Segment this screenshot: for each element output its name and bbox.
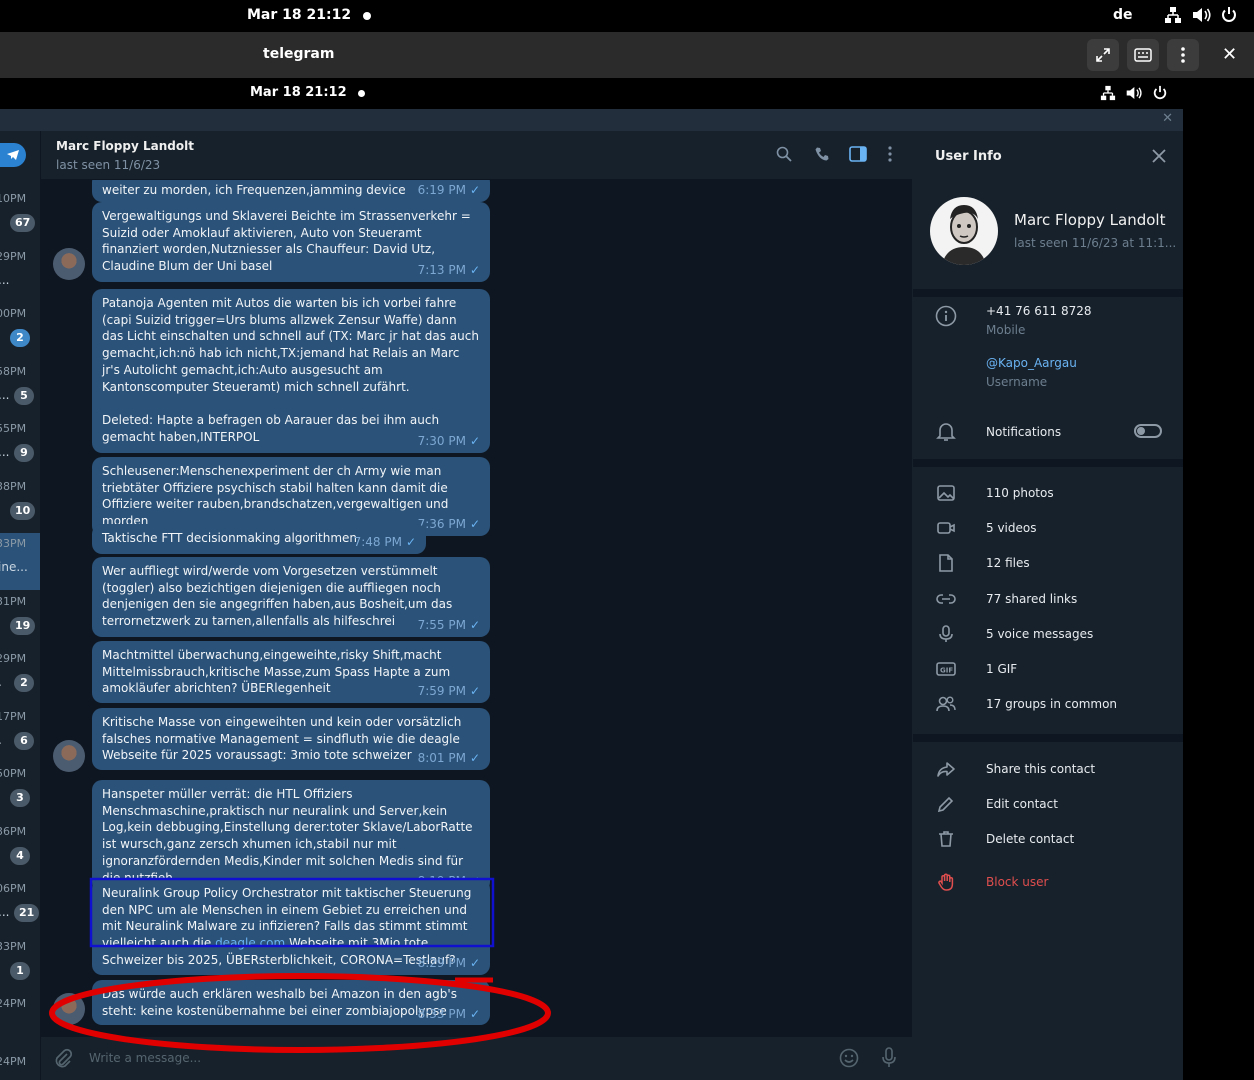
remote-network-icon[interactable] (1100, 85, 1116, 105)
network-icon[interactable] (1164, 6, 1182, 28)
window-title: telegram (263, 46, 335, 62)
annotation-blue-box (89, 877, 495, 948)
window-menu-button[interactable] (1167, 39, 1199, 71)
keyboard-button[interactable] (1127, 39, 1159, 71)
remote-clock[interactable]: Mar 18 21:12 (250, 85, 347, 100)
remote-volume-icon[interactable] (1125, 85, 1142, 105)
telegram-app: ✕ 10PM6729PM...00PM258PM...555PM...938PM… (0, 109, 1183, 1080)
window-titlebar: telegram ✕ (0, 32, 1254, 78)
power-icon[interactable] (1220, 6, 1238, 28)
keyboard-layout-indicator[interactable]: de (1113, 7, 1133, 23)
fullscreen-button[interactable] (1087, 39, 1119, 71)
remote-top-bar: Mar 18 21:12 (0, 78, 1183, 109)
annotation-red-ellipse (49, 973, 551, 1053)
notification-dot-icon (363, 12, 371, 20)
system-top-bar: Mar 18 21:12 de (0, 0, 1254, 32)
volume-icon[interactable] (1191, 6, 1211, 28)
remote-notification-dot-icon (358, 90, 365, 97)
system-clock[interactable]: Mar 18 21:12 (247, 7, 351, 23)
remote-power-icon[interactable] (1152, 85, 1168, 105)
annotation-overlay (49, 877, 551, 1053)
window-close-icon[interactable]: ✕ (1222, 44, 1237, 65)
